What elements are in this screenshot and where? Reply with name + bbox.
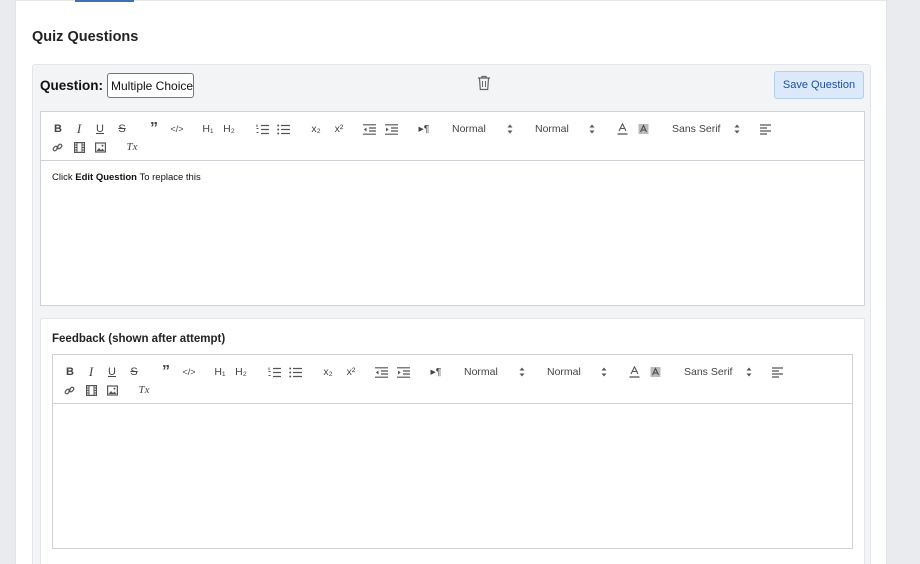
feedback-editor-toolbar: B I U S ” </> H₁ H₂ x₂ x² ▸¶ Normal Norm… [53,355,852,404]
section-title: Quiz Questions [32,29,139,45]
bold-button[interactable]: B [52,122,64,136]
font-color-icon[interactable] [616,122,628,136]
clean-format-button[interactable]: Tx [125,140,139,154]
code-button[interactable]: </> [169,122,185,136]
indent-icon[interactable] [384,122,398,136]
select-caret-icon [589,124,595,134]
h2-button[interactable]: H₂ [221,122,237,136]
underline-button[interactable]: U [94,122,106,136]
video-icon[interactable] [85,383,97,397]
question-editor: B I U S ” </> H₁ H₂ x₂ x² ▸¶ Normal Norm… [40,111,865,306]
background-color-icon[interactable] [637,122,649,136]
select-caret-icon [734,124,740,134]
superscript-button[interactable]: x² [343,365,359,379]
trash-icon[interactable] [477,75,491,91]
select-caret-icon [507,124,513,134]
strike-button[interactable]: S [116,122,128,136]
code-button[interactable]: </> [181,365,197,379]
save-question-button[interactable]: Save Question [774,71,864,99]
question-card: Question: Multiple Choice Save Question … [32,64,871,564]
h1-button[interactable]: H₁ [212,365,228,379]
size-select-value: Normal [464,366,498,378]
link-icon[interactable] [51,140,63,154]
text-direction-button[interactable]: ▸¶ [428,365,444,379]
link-icon[interactable] [63,383,75,397]
bold-button[interactable]: B [64,365,76,379]
feedback-editor-content[interactable] [53,404,852,548]
italic-button[interactable]: I [73,122,85,136]
bullet-list-icon[interactable] [288,365,302,379]
blockquote-button[interactable]: ” [159,364,173,380]
superscript-button[interactable]: x² [331,122,347,136]
clean-format-button[interactable]: Tx [137,383,151,397]
select-caret-icon [519,367,525,377]
font-select-value: Sans Serif [684,366,733,378]
size-select[interactable]: Normal [464,365,528,379]
italic-button[interactable]: I [85,365,97,379]
question-content-prefix: Click [52,172,76,183]
page-panel: Quiz Questions Question: Multiple Choice… [15,0,888,564]
outdent-icon[interactable] [362,122,376,136]
header-select[interactable]: Normal [535,122,599,136]
feedback-panel: Feedback (shown after attempt) B I U S ”… [40,318,865,564]
top-divider [16,0,888,1]
indent-icon[interactable] [396,365,410,379]
bullet-list-icon[interactable] [276,122,290,136]
font-select-value: Sans Serif [672,123,721,135]
size-select-value: Normal [452,123,486,135]
blockquote-button[interactable]: ” [147,121,161,137]
question-editor-toolbar: B I U S ” </> H₁ H₂ x₂ x² ▸¶ Normal Norm… [41,112,864,161]
font-select[interactable]: Sans Serif [684,365,756,379]
background-color-icon[interactable] [649,365,661,379]
question-label: Question: [40,78,103,93]
font-color-icon[interactable] [628,365,640,379]
text-direction-button[interactable]: ▸¶ [416,122,432,136]
ordered-list-icon[interactable] [267,365,281,379]
image-icon[interactable] [106,383,118,397]
header-select-value: Normal [535,123,569,135]
ordered-list-icon[interactable] [255,122,269,136]
image-icon[interactable] [94,140,106,154]
feedback-title: Feedback (shown after attempt) [52,333,226,345]
select-caret-icon [601,367,607,377]
subscript-button[interactable]: x₂ [320,365,336,379]
h2-button[interactable]: H₂ [233,365,249,379]
underline-button[interactable]: U [106,365,118,379]
align-icon[interactable] [758,122,772,136]
h1-button[interactable]: H₁ [200,122,216,136]
feedback-editor: B I U S ” </> H₁ H₂ x₂ x² ▸¶ Normal Norm… [52,354,853,549]
strike-button[interactable]: S [128,365,140,379]
question-content-bold: Edit Question [75,172,137,183]
font-select[interactable]: Sans Serif [672,122,744,136]
video-icon[interactable] [73,140,85,154]
outdent-icon[interactable] [374,365,388,379]
question-editor-content[interactable]: Click Edit Question To replace this [41,161,864,305]
header-select-value: Normal [547,366,581,378]
question-type-input[interactable]: Multiple Choice [107,73,194,98]
question-content-suffix: To replace this [136,172,201,183]
align-icon[interactable] [770,365,784,379]
subscript-button[interactable]: x₂ [308,122,324,136]
select-caret-icon [746,367,752,377]
header-select[interactable]: Normal [547,365,611,379]
size-select[interactable]: Normal [452,122,516,136]
active-tab-indicator [75,0,134,2]
